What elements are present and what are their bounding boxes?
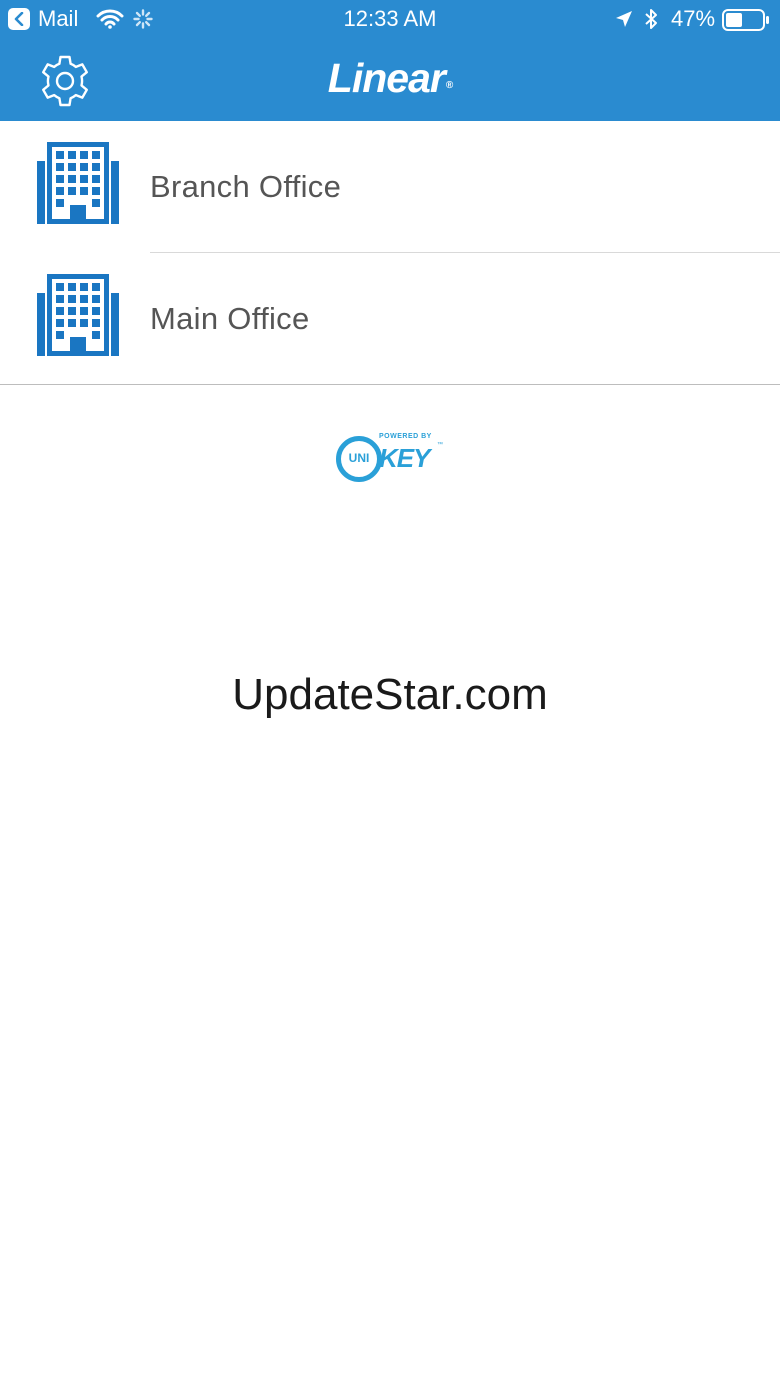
battery-icon <box>722 9 770 36</box>
list-bottom-divider <box>0 384 780 385</box>
brand-name: Linear <box>327 55 446 101</box>
office-building-icon <box>37 142 121 231</box>
site-list: Branch Office Main Office <box>0 121 780 385</box>
brand-registered-mark: ® <box>445 80 453 91</box>
battery-percent: 47% <box>671 6 716 31</box>
status-bar: Mail 12:33 AM 47% <box>0 0 780 40</box>
watermark-text: UpdateStar.com <box>232 670 548 719</box>
site-row-branch-office[interactable]: Branch Office <box>0 121 780 253</box>
unikey-uni-text: UNI <box>348 451 370 465</box>
site-name: Main Office <box>150 301 310 336</box>
status-time: 12:33 AM <box>343 6 437 31</box>
linear-logo: Linear® <box>0 55 780 102</box>
site-name: Branch Office <box>150 169 342 204</box>
site-row-main-office[interactable]: Main Office <box>0 253 780 385</box>
location-arrow-icon <box>614 9 634 34</box>
powered-by-unikey-logo: POWERED BY UNI KEY ™ <box>334 432 446 484</box>
powered-by-text: POWERED BY <box>379 433 432 440</box>
app-header: Mail 12:33 AM 47% Linear® <box>0 0 780 121</box>
office-building-icon <box>37 274 121 363</box>
unikey-key-text: KEY <box>379 443 430 473</box>
trademark-mark: ™ <box>437 442 443 448</box>
bluetooth-icon <box>643 7 659 36</box>
